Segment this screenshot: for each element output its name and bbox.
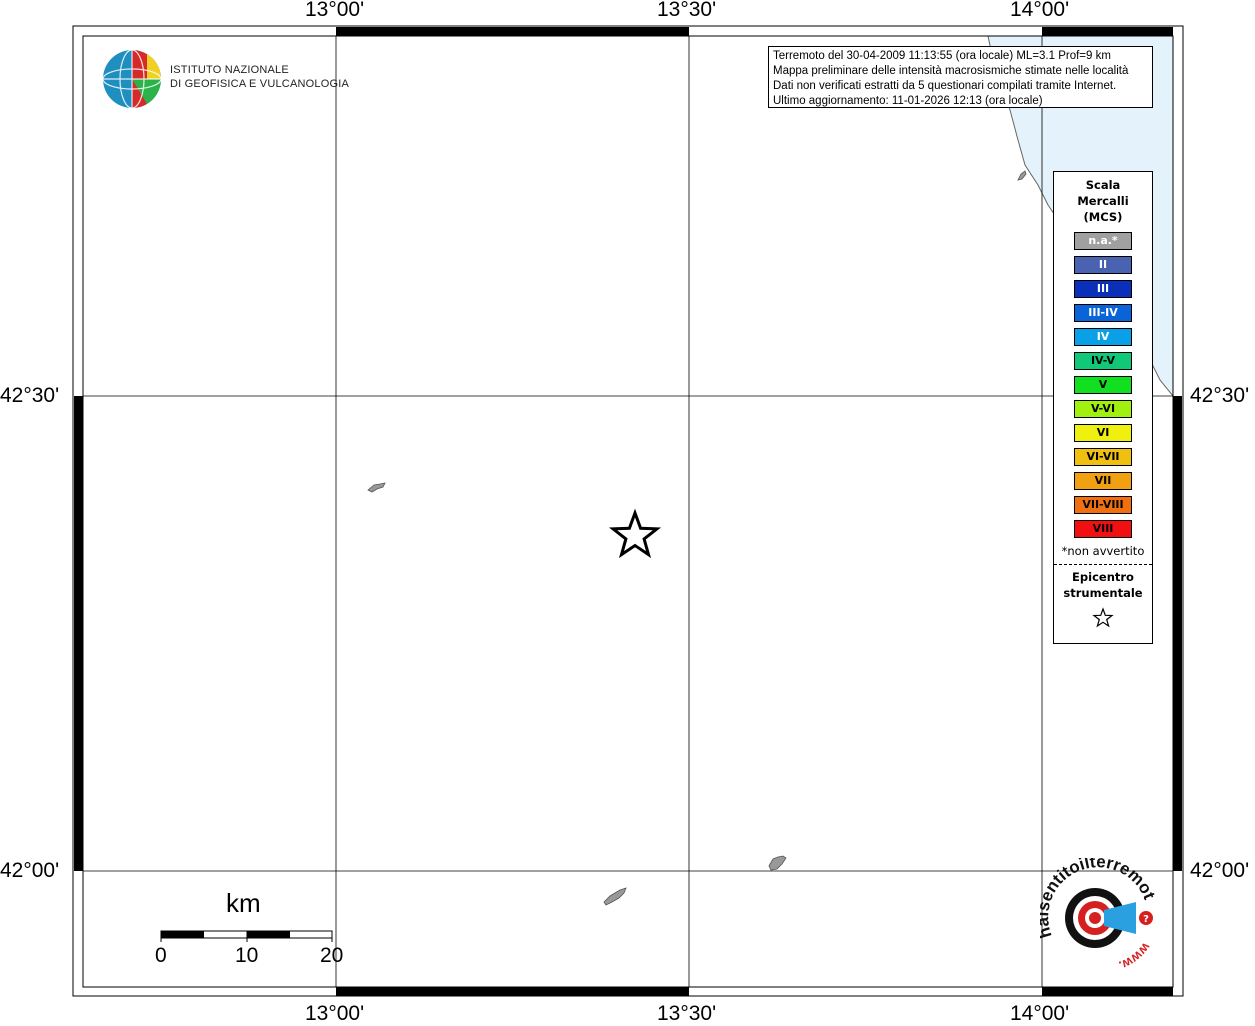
event-info-box: Terremoto del 30-04-2009 11:13:55 (ora l… (768, 46, 1153, 108)
legend-epicenter-label: Epicentro strumentale (1054, 569, 1152, 601)
top-lon-label: 13°30' (657, 0, 717, 21)
legend-star-outline-icon (1054, 607, 1152, 633)
svg-text:www.: www. (1117, 939, 1154, 973)
legend-item: IV (1074, 328, 1132, 346)
right-lat-label: 42°00' (1190, 859, 1250, 882)
legend-title: Scala Mercalli (MCS) (1054, 177, 1152, 225)
ingv-name-line2: DI GEOFISICA E VULCANOLOGIA (170, 78, 349, 90)
left-lat-label: 42°30' (0, 384, 60, 407)
svg-text:?: ? (1143, 914, 1149, 925)
right-lat-label: 42°30' (1190, 384, 1250, 407)
scale-unit: km (226, 888, 261, 918)
event-info-line: Ultimo aggiornamento: 11-01-2026 12:13 (… (773, 95, 1043, 107)
mcs-legend: Scala Mercalli (MCS) n.a.* II III III-IV IV I… (1053, 171, 1153, 644)
legend-item: VIII (1074, 520, 1132, 538)
ingv-name: ISTITUTO NAZIONALE DI GEOFISICA E VULCAN… (170, 63, 349, 91)
event-info-line: Dati non verificati estratti da 5 questi… (773, 80, 1117, 92)
scale-label: 0 (155, 944, 167, 967)
legend-title-line: Mercalli (1077, 194, 1129, 208)
legend-epicenter-line: strumentale (1063, 586, 1143, 600)
legend-item: III-IV (1074, 304, 1132, 322)
legend-title-line: (MCS) (1083, 210, 1123, 224)
legend-items: n.a.* II III III-IV IV IV-V V V-VI VI VI-VII VII VI… (1054, 232, 1152, 538)
legend-item: II (1074, 256, 1132, 274)
haisentito-logo-icon[interactable]: ? haisentitoilterremoto.it www. (1040, 858, 1160, 978)
legend-item: III (1074, 280, 1132, 298)
top-lon-label: 14°00' (1010, 0, 1070, 21)
ingv-name-line1: ISTITUTO NAZIONALE (170, 64, 289, 76)
legend-epicenter-line: Epicentro (1072, 570, 1134, 584)
legend-item: V-VI (1074, 400, 1132, 418)
bottom-lon-label: 13°30' (657, 1002, 717, 1025)
legend-item: VI-VII (1074, 448, 1132, 466)
haisentito-www-text: www. (1117, 939, 1154, 973)
bottom-lon-label: 14°00' (1010, 1002, 1070, 1025)
bottom-lon-label: 13°00' (305, 1002, 365, 1025)
legend-item: VII-VIII (1074, 496, 1132, 514)
ingv-globe-icon (102, 49, 162, 109)
top-lon-label: 13°00' (305, 0, 365, 21)
left-lat-label: 42°00' (0, 859, 60, 882)
legend-item: VI (1074, 424, 1132, 442)
legend-item: IV-V (1074, 352, 1132, 370)
event-info-line: Terremoto del 30-04-2009 11:13:55 (ora l… (773, 50, 1111, 62)
event-info-line: Mappa preliminare delle intensità macros… (773, 65, 1129, 77)
scale-label: 20 (320, 944, 344, 967)
legend-note: *non avvertito (1061, 544, 1145, 558)
legend-divider (1054, 564, 1152, 565)
legend-item: n.a.* (1074, 232, 1132, 250)
legend-title-line: Scala (1085, 178, 1121, 192)
legend-item: VII (1074, 472, 1132, 490)
scale-label: 10 (235, 944, 259, 967)
legend-item: V (1074, 376, 1132, 394)
